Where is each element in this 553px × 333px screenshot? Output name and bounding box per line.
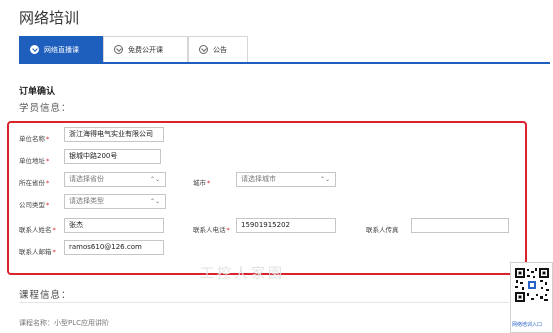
student-section-title: 学员信息：: [19, 103, 72, 114]
company-name-label: 单位名称*: [19, 133, 49, 143]
contact-email-label: 联系人邮箱*: [19, 246, 56, 256]
company-address-input[interactable]: 银城中路200号: [64, 149, 161, 164]
contact-phone-label: 联系人电话*: [193, 224, 230, 234]
company-name-input[interactable]: 浙江海得电气实业有限公司: [64, 127, 164, 142]
company-type-select[interactable]: 请选择类型 ⌃⌄: [64, 194, 166, 209]
required-mark: *: [207, 179, 211, 187]
qr-code-widget[interactable]: 网络培训入口: [510, 262, 553, 333]
tab-label: 公告: [213, 45, 227, 54]
tab-label: 网络直播课: [44, 45, 79, 54]
tab-label: 免费公开课: [128, 45, 163, 54]
contact-phone-input[interactable]: 15901915202: [236, 218, 336, 233]
divider: [19, 302, 509, 303]
tab-free-course[interactable]: 免费公开课: [103, 36, 188, 62]
order-title: 订单确认: [19, 87, 56, 97]
required-mark: *: [226, 226, 230, 234]
label-text: 联系人姓名: [19, 226, 52, 234]
tab-live-course[interactable]: 网络直播课: [19, 36, 103, 62]
page-title: 网络培训: [19, 9, 80, 27]
contact-name-input[interactable]: 张杰: [64, 218, 164, 233]
province-select[interactable]: 请选择省份 ⌃⌄: [64, 172, 166, 187]
label-text: 公司类型: [19, 201, 45, 209]
province-label: 所在省份*: [19, 177, 49, 187]
watermark: 工控人家園: [200, 266, 285, 282]
label-text: 单位名称: [19, 135, 45, 143]
select-arrow-icon: ⌃⌄: [319, 176, 330, 183]
label-text: 所在省份: [19, 179, 45, 187]
contact-email-input[interactable]: ramos610@126.com: [64, 240, 164, 255]
label-text: 单位地址: [19, 157, 45, 165]
required-mark: *: [46, 157, 50, 165]
required-mark: *: [52, 248, 56, 256]
province-select-value: 请选择省份: [69, 175, 104, 183]
select-arrow-icon: ⌃⌄: [149, 176, 160, 183]
select-arrow-icon: ⌃⌄: [149, 198, 160, 205]
company-address-label: 单位地址*: [19, 155, 49, 165]
city-select-value: 请选择城市: [241, 175, 276, 183]
course-name-row: 课程名称：小型PLC应用讲阶: [19, 319, 110, 327]
required-mark: *: [46, 179, 50, 187]
label-text: 城市: [193, 179, 206, 187]
required-mark: *: [52, 226, 56, 234]
check-circle-icon: [30, 45, 39, 54]
city-select[interactable]: 请选择城市 ⌃⌄: [236, 172, 336, 187]
check-circle-icon: [199, 45, 208, 54]
qr-code-icon: [514, 267, 550, 303]
contact-fax-label: 联系人传真: [366, 226, 399, 234]
contact-name-label: 联系人姓名*: [19, 224, 56, 234]
qr-caption: 网络培训入口: [512, 322, 543, 328]
company-type-select-value: 请选择类型: [69, 197, 104, 205]
contact-fax-input[interactable]: [411, 218, 509, 233]
city-label: 城市*: [193, 177, 210, 187]
course-section-title: 课程信息：: [19, 290, 72, 301]
label-text: 联系人电话: [193, 226, 226, 234]
tab-announcement[interactable]: 公告: [188, 36, 248, 62]
tab-bar: 网络直播课 免费公开课 公告: [19, 36, 550, 64]
required-mark: *: [46, 201, 50, 209]
required-mark: *: [46, 135, 50, 143]
check-circle-icon: [114, 45, 123, 54]
label-text: 联系人邮箱: [19, 248, 52, 256]
company-type-label: 公司类型*: [19, 199, 49, 209]
